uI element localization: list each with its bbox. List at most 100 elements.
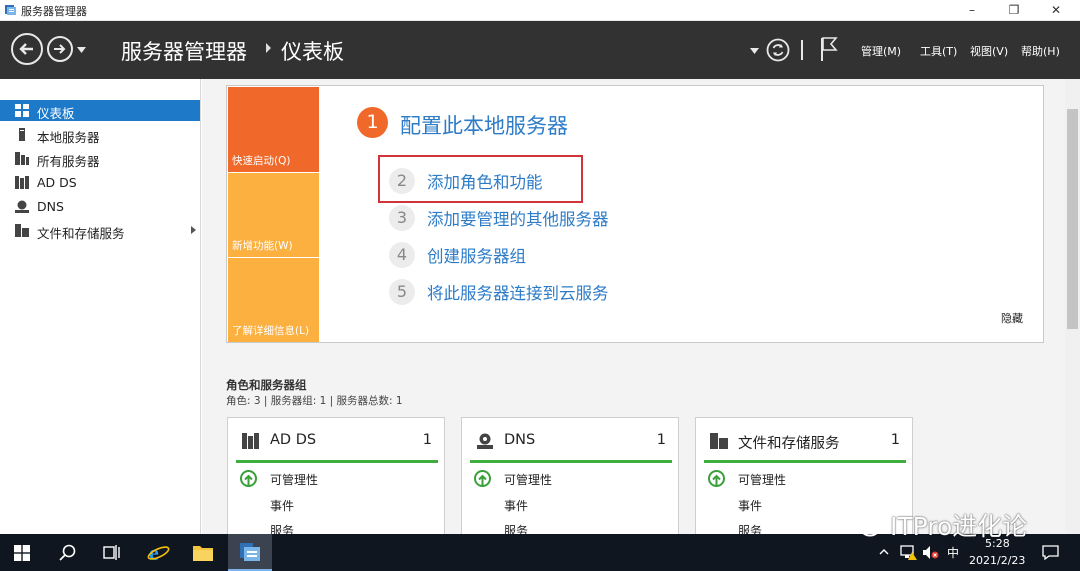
ime-indicator[interactable]: 中 bbox=[947, 544, 959, 561]
role-card-dns[interactable]: DNS 1 可管理性 事件 服务 bbox=[461, 417, 679, 538]
card-count: 1 bbox=[422, 432, 432, 448]
whats-new-tile[interactable]: 新增功能(W) bbox=[228, 173, 319, 257]
step-number: 5 bbox=[389, 279, 415, 305]
status-bar bbox=[236, 460, 438, 463]
notifications-dropdown-icon[interactable] bbox=[750, 48, 759, 54]
history-dropdown-icon[interactable] bbox=[77, 47, 86, 53]
expand-arrow-icon[interactable] bbox=[191, 226, 196, 234]
card-row-events[interactable]: 事件 bbox=[504, 497, 528, 514]
scrollbar-thumb[interactable] bbox=[1067, 109, 1078, 329]
task-view-icon[interactable] bbox=[103, 544, 121, 561]
arrow-left-icon bbox=[19, 43, 33, 55]
step-label: 将此服务器连接到云服务 bbox=[427, 284, 609, 303]
quick-start-tile[interactable]: 快速启动(Q) bbox=[228, 87, 319, 172]
close-button[interactable]: ✕ bbox=[1036, 0, 1076, 21]
internet-explorer-icon[interactable]: e bbox=[147, 541, 170, 564]
menu-tools[interactable]: 工具(T) bbox=[920, 43, 957, 59]
card-count: 1 bbox=[890, 432, 900, 448]
step-1-number: 1 bbox=[357, 107, 388, 138]
all-servers-icon bbox=[15, 152, 29, 165]
status-bar bbox=[704, 460, 906, 463]
volume-muted-icon[interactable] bbox=[922, 545, 939, 560]
status-ok-icon bbox=[240, 470, 257, 487]
sidebar-item-label: DNS bbox=[37, 199, 64, 214]
page-title: 仪表板 bbox=[281, 40, 344, 64]
server-manager-app-icon bbox=[5, 5, 16, 15]
sidebar-item-ad-ds[interactable]: AD DS bbox=[0, 172, 200, 193]
welcome-tile: 快速启动(Q) 新增功能(W) 了解详细信息(L) 1 配置此本地服务器 2 添加… bbox=[226, 85, 1044, 343]
sidebar-item-label: 文件和存储服务 bbox=[37, 226, 125, 241]
show-hidden-icons-icon[interactable] bbox=[879, 548, 889, 555]
clock-date[interactable]: 2021/2/23 bbox=[969, 554, 1025, 567]
step-label: 添加要管理的其他服务器 bbox=[427, 210, 609, 229]
file-explorer-icon[interactable] bbox=[192, 543, 214, 562]
card-row-manageability[interactable]: 可管理性 bbox=[738, 471, 786, 488]
sidebar-item-dashboard[interactable]: 仪表板 bbox=[0, 100, 200, 121]
step-number: 3 bbox=[389, 205, 415, 231]
whats-new-label: 新增功能(W) bbox=[232, 240, 293, 252]
wechat-logo-icon bbox=[847, 512, 880, 537]
sidebar-item-label: 所有服务器 bbox=[37, 154, 100, 169]
card-title: 文件和存储服务 bbox=[738, 436, 840, 452]
sidebar-item-local-server[interactable]: 本地服务器 bbox=[0, 124, 200, 145]
quick-start-label: 快速启动(Q) bbox=[232, 155, 291, 167]
breadcrumb-separator-icon bbox=[266, 43, 271, 53]
configure-local-server-link[interactable]: 配置此本地服务器 bbox=[400, 110, 568, 140]
card-count: 1 bbox=[656, 432, 666, 448]
refresh-icon[interactable] bbox=[766, 38, 790, 62]
menu-help[interactable]: 帮助(H) bbox=[1021, 43, 1060, 59]
add-servers-link[interactable]: 3 添加要管理的其他服务器 bbox=[389, 205, 609, 231]
flag-icon[interactable] bbox=[819, 36, 839, 62]
maximize-button[interactable]: ❐ bbox=[994, 0, 1034, 21]
ad-ds-icon bbox=[15, 176, 29, 189]
card-row-manageability[interactable]: 可管理性 bbox=[270, 471, 318, 488]
window-title: 服务器管理器 bbox=[21, 5, 87, 18]
hide-link[interactable]: 隐藏 bbox=[1001, 310, 1023, 326]
sidebar-item-dns[interactable]: DNS bbox=[0, 196, 200, 217]
action-center-icon[interactable] bbox=[1042, 544, 1059, 561]
forward-button[interactable] bbox=[47, 36, 73, 62]
server-manager-icon bbox=[240, 543, 260, 561]
step-label: 创建服务器组 bbox=[427, 247, 526, 266]
window-titlebar: 服务器管理器 – ❐ ✕ bbox=[0, 0, 1080, 21]
connect-cloud-link[interactable]: 5 将此服务器连接到云服务 bbox=[389, 279, 609, 305]
dashboard-icon bbox=[15, 104, 29, 117]
file-storage-icon bbox=[15, 224, 29, 237]
step-number: 2 bbox=[389, 168, 415, 194]
card-row-manageability[interactable]: 可管理性 bbox=[504, 471, 552, 488]
status-ok-icon bbox=[708, 470, 725, 487]
menu-manage[interactable]: 管理(M) bbox=[861, 43, 901, 59]
card-row-events[interactable]: 事件 bbox=[270, 497, 294, 514]
search-icon[interactable] bbox=[59, 544, 76, 561]
menu-view[interactable]: 视图(V) bbox=[970, 43, 1008, 59]
minimize-button[interactable]: – bbox=[952, 0, 992, 21]
app-header: 服务器管理器 仪表板 管理(M) 工具(T) 视图(V) 帮助(H) bbox=[0, 21, 1080, 79]
sidebar-item-all-servers[interactable]: 所有服务器 bbox=[0, 148, 200, 169]
server-manager-taskbar-button[interactable] bbox=[228, 534, 272, 571]
network-warning-icon[interactable] bbox=[900, 545, 918, 560]
learn-more-label: 了解详细信息(L) bbox=[232, 325, 310, 337]
dns-icon bbox=[477, 433, 493, 449]
breadcrumb-root[interactable]: 服务器管理器 bbox=[121, 36, 247, 66]
file-storage-icon bbox=[710, 433, 728, 449]
status-ok-icon bbox=[474, 470, 491, 487]
dns-icon bbox=[15, 200, 29, 213]
roles-section-title: 角色和服务器组 bbox=[226, 378, 307, 392]
windows-start-icon[interactable] bbox=[14, 545, 30, 561]
sidebar: 仪表板 本地服务器 所有服务器 AD DS DNS 文件和存储服务 bbox=[0, 79, 201, 534]
watermark-text: ITPro进化论 bbox=[890, 512, 1028, 541]
role-card-ad-ds[interactable]: AD DS 1 可管理性 事件 服务 bbox=[227, 417, 445, 538]
back-button[interactable] bbox=[11, 33, 43, 65]
add-roles-features-link[interactable]: 2 添加角色和功能 bbox=[389, 168, 543, 194]
create-server-group-link[interactable]: 4 创建服务器组 bbox=[389, 242, 526, 268]
sidebar-item-file-storage[interactable]: 文件和存储服务 bbox=[0, 220, 200, 241]
learn-more-tile[interactable]: 了解详细信息(L) bbox=[228, 258, 319, 342]
step-label: 添加角色和功能 bbox=[427, 173, 543, 192]
sidebar-item-label: 本地服务器 bbox=[37, 130, 100, 145]
step-number: 4 bbox=[389, 242, 415, 268]
vertical-scrollbar[interactable] bbox=[1065, 79, 1080, 534]
ad-ds-icon bbox=[242, 433, 259, 449]
card-title: AD DS bbox=[270, 432, 317, 448]
card-row-events[interactable]: 事件 bbox=[738, 497, 762, 514]
sidebar-item-label: AD DS bbox=[37, 175, 77, 190]
